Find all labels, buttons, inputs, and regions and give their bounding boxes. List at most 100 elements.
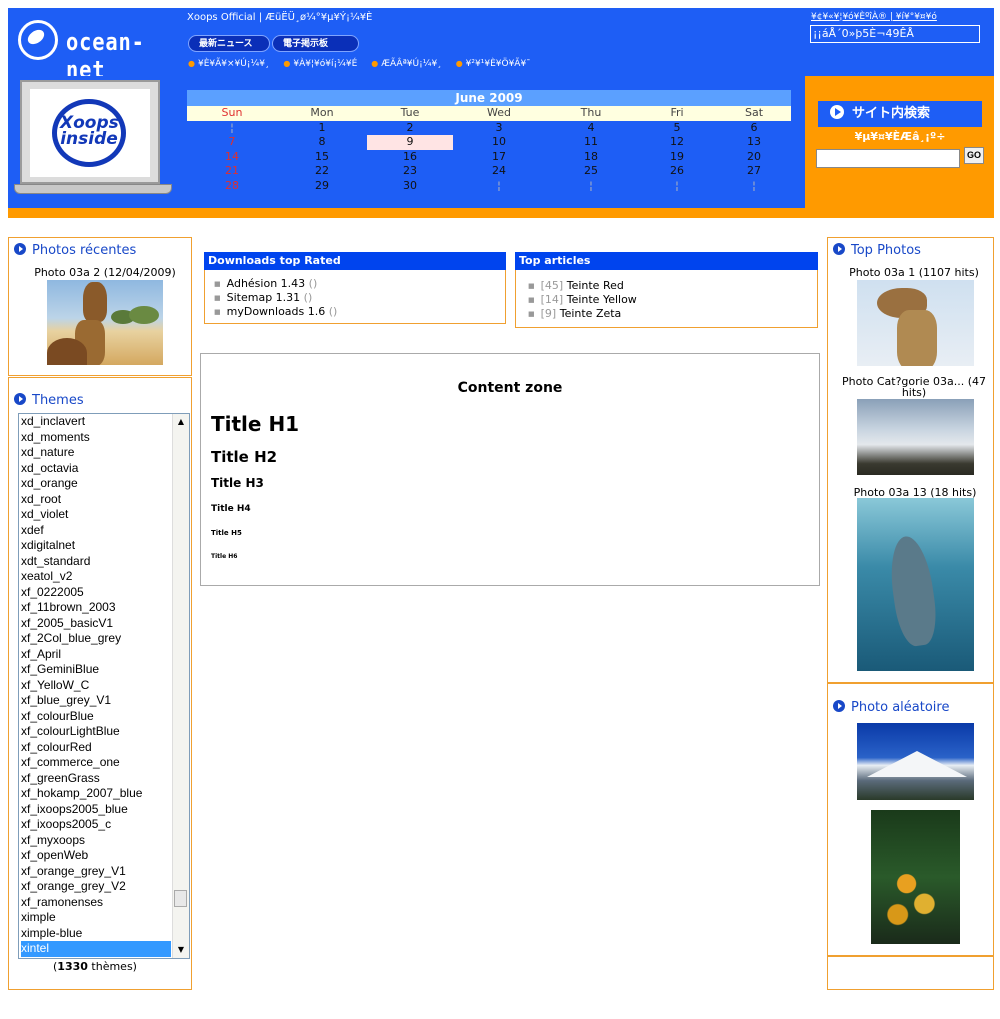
search-input[interactable]: [816, 149, 960, 168]
download-name[interactable]: Adhésion 1.43: [227, 277, 306, 290]
theme-option[interactable]: xf_colourRed: [21, 740, 171, 756]
theme-option[interactable]: xf_colourBlue: [21, 709, 171, 725]
theme-option[interactable]: xf_openWeb: [21, 848, 171, 864]
scroll-thumb[interactable]: [174, 890, 187, 907]
theme-option[interactable]: xf_orange_grey_V2: [21, 879, 171, 895]
calendar-day-cell[interactable]: 16: [367, 150, 453, 165]
article-name[interactable]: Teinte Red: [567, 279, 624, 292]
theme-option[interactable]: ximple: [21, 910, 171, 926]
article-name[interactable]: Teinte Yellow: [567, 293, 637, 306]
theme-option[interactable]: xf_ixoops2005_blue: [21, 802, 171, 818]
list-item[interactable]: myDownloads 1.6 (): [214, 305, 338, 319]
theme-option[interactable]: xdt_standard: [21, 554, 171, 570]
calendar-day-cell[interactable]: 5: [637, 121, 717, 136]
search-go-button[interactable]: GO: [964, 147, 984, 164]
calendar-day-cell[interactable]: 22: [277, 164, 367, 179]
recent-photo-caption[interactable]: Photo 03a 2 (12/04/2009): [8, 266, 202, 279]
calendar-day-cell[interactable]: 26: [637, 164, 717, 179]
top-photo-birds[interactable]: [857, 399, 974, 475]
theme-option[interactable]: xdigitalnet: [21, 538, 171, 554]
calendar-day-cell[interactable]: 6: [717, 121, 791, 136]
theme-select-list[interactable]: xd_inclavert xd_moments xd_nature xd_octavi…: [18, 413, 190, 959]
calendar-day-cell[interactable]: 29: [277, 179, 367, 194]
site-logo[interactable]: ocean-net: [8, 8, 178, 84]
calendar-day-cell[interactable]: 2: [367, 121, 453, 136]
calendar-day-cell[interactable]: 28: [187, 179, 277, 194]
theme-option[interactable]: xf_colourLightBlue: [21, 724, 171, 740]
list-item[interactable]: [14] Teinte Yellow: [528, 293, 637, 307]
top-photo-camel[interactable]: [857, 280, 974, 366]
calendar-day-cell[interactable]: 4: [545, 121, 637, 136]
theme-option[interactable]: xf_0222005: [21, 585, 171, 601]
theme-option[interactable]: xf_commerce_one: [21, 755, 171, 771]
theme-option[interactable]: xd_nature: [21, 445, 171, 461]
theme-option[interactable]: xd_violet: [21, 507, 171, 523]
account-links[interactable]: ¥¢¥«¥¦¥ó¥ÈºîÀ® | ¥í¥°¥¤¥ó: [811, 12, 937, 22]
calendar-day-cell[interactable]: 24: [453, 164, 545, 179]
theme-option[interactable]: xf_hokamp_2007_blue: [21, 786, 171, 802]
list-item[interactable]: Adhésion 1.43 (): [214, 277, 337, 291]
article-name[interactable]: Teinte Zeta: [560, 307, 622, 320]
calendar-day-cell[interactable]: 18: [545, 150, 637, 165]
calendar-day-cell[interactable]: 8: [277, 135, 367, 150]
menu-link-top[interactable]: ¥È¥Ã¥×¥Ú¡¼¥¸: [188, 59, 269, 69]
list-item[interactable]: Sitemap 1.31 (): [214, 291, 337, 305]
calendar-day-cell[interactable]: 10: [453, 135, 545, 150]
calendar-day-cell[interactable]: 25: [545, 164, 637, 179]
calendar-day-cell[interactable]: 11: [545, 135, 637, 150]
theme-option[interactable]: xeatol_v2: [21, 569, 171, 585]
theme-option[interactable]: xd_root: [21, 492, 171, 508]
theme-option[interactable]: xf_orange_grey_V1: [21, 864, 171, 880]
menu-link-special[interactable]: ÆÃÂª¥Ú¡¼¥¸: [371, 59, 441, 69]
list-item[interactable]: [9] Teinte Zeta: [528, 307, 637, 321]
theme-option[interactable]: xf_GeminiBlue: [21, 662, 171, 678]
calendar-day-cell[interactable]: 14: [187, 150, 277, 165]
theme-option[interactable]: xf_myxoops: [21, 833, 171, 849]
theme-option[interactable]: xf_ixoops2005_c: [21, 817, 171, 833]
theme-option[interactable]: xf_2Col_blue_grey: [21, 631, 171, 647]
calendar-day-cell[interactable]: 21: [187, 164, 277, 179]
calendar-day-cell[interactable]: 15: [277, 150, 367, 165]
download-name[interactable]: myDownloads 1.6: [227, 305, 326, 318]
theme-option[interactable]: xd_octavia: [21, 461, 171, 477]
theme-option[interactable]: xf_blue_grey_V1: [21, 693, 171, 709]
theme-scrollbar[interactable]: ▲ ▼: [172, 414, 189, 958]
theme-option[interactable]: xf_ramonenses: [21, 895, 171, 911]
top-photo-caption[interactable]: Photo Cat?gorie 03a... (47 hits): [832, 376, 996, 398]
random-photo-mountain[interactable]: [857, 723, 974, 800]
menu-link-guestbook[interactable]: ¥²¥¹¥È¥Ö¥Ã¥¯: [456, 59, 531, 69]
theme-option[interactable]: xd_orange: [21, 476, 171, 492]
list-item[interactable]: [45] Teinte Red: [528, 279, 637, 293]
scroll-up-arrow-icon[interactable]: ▲: [173, 414, 189, 430]
calendar-day-cell[interactable]: 27: [717, 164, 791, 179]
theme-option[interactable]: xdef: [21, 523, 171, 539]
theme-option[interactable]: xintel: [21, 941, 171, 957]
scroll-down-arrow-icon[interactable]: ▼: [173, 942, 189, 958]
top-photo-caption[interactable]: Photo 03a 1 (1107 hits): [829, 266, 999, 279]
calendar-day-cell[interactable]: 17: [453, 150, 545, 165]
download-name[interactable]: Sitemap 1.31: [227, 291, 301, 304]
top-photo-dolphin[interactable]: [857, 498, 974, 671]
theme-option[interactable]: xf_greenGrass: [21, 771, 171, 787]
calendar-day-cell[interactable]: 23: [367, 164, 453, 179]
calendar-day-cell[interactable]: 3: [453, 121, 545, 136]
theme-option[interactable]: xd_moments: [21, 430, 171, 446]
recent-photo-camel[interactable]: [47, 280, 163, 365]
nav-pill-forum[interactable]: 電子掲示板: [272, 35, 359, 52]
calendar-day-cell[interactable]: 19: [637, 150, 717, 165]
calendar-day-cell[interactable]: 7: [187, 135, 277, 150]
theme-option[interactable]: xf_11brown_2003: [21, 600, 171, 616]
theme-option[interactable]: ximple-blue: [21, 926, 171, 942]
random-photo-pears[interactable]: [871, 810, 960, 944]
theme-option[interactable]: xf_YelloW_C: [21, 678, 171, 694]
theme-option[interactable]: xd_inclavert: [21, 414, 171, 430]
theme-option[interactable]: xf_2005_basicV1: [21, 616, 171, 632]
calendar-day-cell[interactable]: 12: [637, 135, 717, 150]
calendar-day-cell[interactable]: 9: [367, 135, 453, 150]
calendar-day-cell[interactable]: 20: [717, 150, 791, 165]
calendar-day-cell[interactable]: 30: [367, 179, 453, 194]
calendar-day-cell[interactable]: 1: [277, 121, 367, 136]
menu-link-download[interactable]: ¥À¥¦¥ó¥í¡¼¥É: [283, 59, 357, 69]
calendar-day-cell[interactable]: 13: [717, 135, 791, 150]
nav-pill-news[interactable]: 最新ニュース: [188, 35, 270, 52]
